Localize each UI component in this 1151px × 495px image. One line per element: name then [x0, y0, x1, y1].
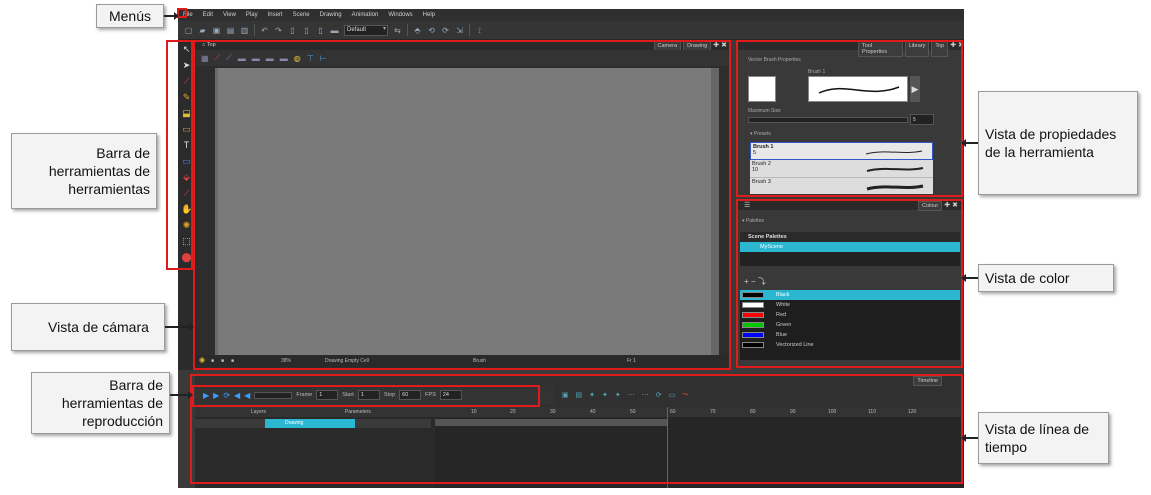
workspace-select[interactable]: Default — [344, 24, 388, 36]
toolbar-separator — [469, 24, 470, 36]
menu-view[interactable]: View — [218, 12, 241, 18]
tool-props-highlight — [736, 40, 963, 197]
callout-menus: Menús — [96, 4, 164, 28]
cut-icon[interactable]: ▯ — [288, 26, 297, 35]
menu-windows[interactable]: Windows — [383, 12, 417, 18]
tools-highlight — [166, 40, 193, 270]
toolbar-separator — [407, 24, 408, 36]
toolbar-separator — [254, 24, 255, 36]
camera-highlight — [193, 40, 731, 370]
new-scene-icon[interactable]: ▢ — [184, 26, 193, 35]
callout-arrow — [961, 139, 978, 147]
save-all-icon[interactable]: ▤ — [226, 26, 235, 35]
workspace-manager-icon[interactable]: ⇆ — [393, 26, 402, 35]
save-icon[interactable]: ▣ — [212, 26, 221, 35]
undo-icon[interactable]: ↶ — [260, 26, 269, 35]
redo-icon[interactable]: ↷ — [274, 26, 283, 35]
file-toolbar: ▢ ▰ ▣ ▤ ▥ ↶ ↷ ▯ ▯ ▯ ▬ Default ⇆ ⬘ ⟲ ⟳ ⇲ … — [178, 21, 964, 40]
callout-playback: Barra de herramientas de reproducción — [31, 372, 170, 434]
menu-insert[interactable]: Insert — [263, 12, 288, 18]
callout-color: Vista de color — [978, 264, 1114, 292]
paste-icon[interactable]: ▯ — [316, 26, 325, 35]
timeline-highlight — [190, 374, 963, 484]
callout-arrow — [170, 391, 193, 399]
menu-bar: File Edit View Play Insert Scene Drawing… — [178, 9, 964, 21]
menu-play[interactable]: Play — [241, 12, 263, 18]
node-right-icon[interactable]: ⟳ — [441, 26, 450, 35]
callout-timeline: Vista de línea de tiempo — [978, 412, 1109, 464]
callout-arrow — [165, 323, 194, 331]
menu-drawing[interactable]: Drawing — [315, 12, 347, 18]
render-icon[interactable]: ▬ — [330, 26, 339, 35]
import-icon[interactable]: ▥ — [240, 26, 249, 35]
menu-scene[interactable]: Scene — [288, 12, 315, 18]
harmony-logo-icon: ⟟ — [478, 25, 481, 35]
color-highlight — [736, 199, 963, 368]
open-folder-icon[interactable]: ▰ — [198, 26, 207, 35]
menu-edit[interactable]: Edit — [198, 12, 218, 18]
menu-animation[interactable]: Animation — [347, 12, 384, 18]
callout-tools: Barra de herramientas de herramientas — [11, 133, 157, 209]
menu-help[interactable]: Help — [418, 12, 440, 18]
callout-arrow — [961, 274, 978, 282]
copy-icon[interactable]: ▯ — [302, 26, 311, 35]
callout-tool-props: Vista de propiedades de la herramienta — [978, 91, 1138, 195]
node-left-icon[interactable]: ⟲ — [427, 26, 436, 35]
callout-arrow — [961, 434, 978, 442]
node-down-icon[interactable]: ⇲ — [455, 26, 464, 35]
callout-camera: Vista de cámara — [11, 303, 165, 351]
callout-arrow — [164, 12, 179, 20]
flip-icon[interactable]: ⬘ — [413, 26, 422, 35]
